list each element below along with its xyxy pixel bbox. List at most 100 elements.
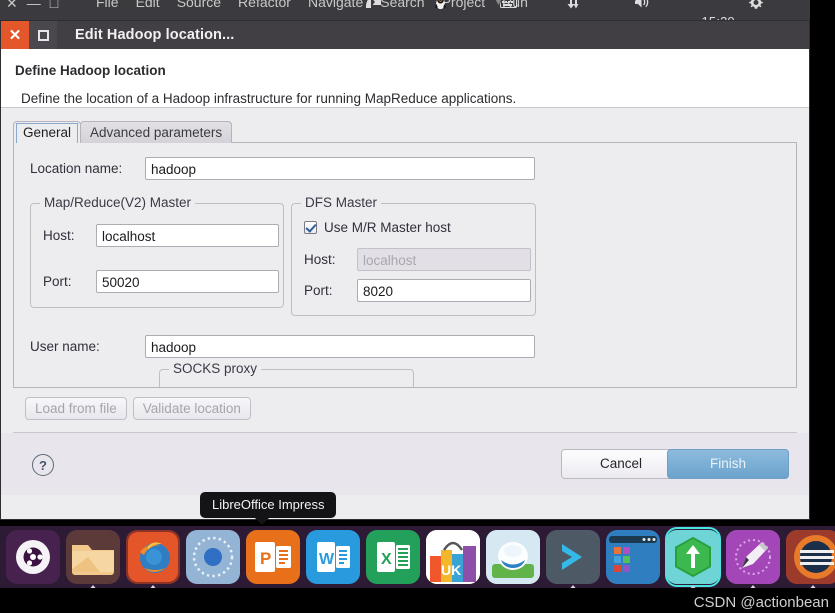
dock-item-eclipse[interactable]	[665, 527, 721, 591]
dock-item-files[interactable]	[66, 528, 120, 591]
dfs-port-input[interactable]: 8020	[357, 279, 531, 302]
enable-socks-row[interactable]: Enable SOCKS proxy	[172, 386, 322, 388]
dock-item-amazon-uk[interactable]: UK	[426, 528, 480, 586]
tab-bar: General Advanced parameters	[13, 119, 797, 143]
load-from-file-button[interactable]: Load from file	[25, 397, 127, 420]
user-name-label: User name:	[30, 339, 100, 354]
menu-refactor[interactable]: Refactor	[238, 0, 291, 10]
volume-icon[interactable]	[634, 0, 688, 20]
mr-host-label: Host:	[43, 228, 75, 243]
terminal-icon	[546, 530, 600, 584]
dialog-body: General Advanced parameters Location nam…	[1, 108, 809, 433]
window-controls[interactable]: ✕ — □	[6, 0, 58, 10]
dock-item-software-center[interactable]	[486, 528, 540, 586]
use-mr-master-host-label: Use M/R Master host	[324, 220, 451, 235]
enable-socks-proxy-label: Enable SOCKS proxy	[192, 386, 322, 387]
location-name-input[interactable]: hadoop	[145, 157, 535, 180]
window-maximize-icon[interactable]: □	[50, 0, 58, 10]
cancel-button[interactable]: Cancel	[561, 449, 681, 479]
tab-advanced-parameters[interactable]: Advanced parameters	[80, 121, 233, 143]
mr-master-group-title: Map/Reduce(V2) Master	[40, 195, 196, 210]
folder-icon	[72, 545, 114, 575]
dock-item-system-settings[interactable]	[186, 528, 240, 586]
dialog-close-button[interactable]: ✕	[1, 21, 29, 49]
dialog-title: Edit Hadoop location...	[75, 27, 235, 43]
dfs-port-row: Port: 8020	[304, 279, 531, 302]
dfs-host-input: localhost	[357, 248, 531, 271]
tab-focus-outline	[16, 123, 79, 143]
location-name-label: Location name:	[30, 161, 123, 176]
menu-navigate[interactable]: Navigate	[308, 0, 363, 10]
powerpoint-icon: P	[255, 542, 291, 572]
location-name-row: Location name: hadoop	[30, 157, 780, 180]
unity-launcher-dock: P W X UK	[0, 526, 835, 591]
validate-location-button[interactable]: Validate location	[132, 397, 251, 420]
socks-proxy-group-title: SOCKS proxy	[169, 361, 262, 376]
menu-file[interactable]: File	[96, 0, 119, 10]
dfs-host-label: Host:	[304, 252, 336, 267]
mr-port-label: Port:	[43, 274, 72, 289]
mr-host-input[interactable]: localhost	[96, 224, 279, 247]
dock-item-text-editor[interactable]	[726, 528, 780, 591]
input-method-icon[interactable]	[366, 0, 420, 20]
dfs-master-group: DFS Master Use M/R Master host Host: loc…	[291, 195, 536, 316]
dfs-port-label: Port:	[304, 283, 333, 298]
window-minimize-icon[interactable]: —	[27, 0, 41, 10]
ubuntu-logo-icon	[23, 547, 43, 567]
dialog-header: Define Hadoop location Define the locati…	[1, 49, 809, 107]
help-icon[interactable]: ?	[32, 454, 54, 476]
watermark: CSDN @actionbean	[693, 594, 829, 611]
word-icon: W	[317, 542, 350, 572]
user-name-input[interactable]: hadoop	[145, 335, 535, 358]
software-center-icon	[486, 530, 540, 584]
pencil-icon	[726, 530, 780, 584]
edit-hadoop-location-dialog: ✕ Edit Hadoop location... Define Hadoop …	[0, 20, 810, 520]
secondary-button-row: Load from file Validate location	[13, 388, 797, 420]
network-activity-icon[interactable]	[567, 0, 621, 20]
penguin-icon[interactable]	[433, 0, 487, 20]
system-tray: 15:29	[366, 0, 802, 20]
user-name-row: User name: hadoop	[30, 335, 535, 358]
dialog-titlebar[interactable]: ✕ Edit Hadoop location...	[1, 21, 809, 49]
menu-edit[interactable]: Edit	[136, 0, 160, 10]
workspace-switcher-icon	[609, 536, 657, 576]
use-mr-master-host-checkbox[interactable]	[304, 221, 317, 234]
socks-proxy-group: SOCKS proxy Enable SOCKS proxy	[159, 361, 414, 388]
screen-root: ✕ — □ File Edit Source Refactor Navigate…	[0, 0, 835, 613]
use-mr-host-row[interactable]: Use M/R Master host	[304, 220, 451, 235]
menu-source[interactable]: Source	[177, 0, 221, 10]
enable-socks-proxy-checkbox[interactable]	[172, 387, 185, 388]
window-close-icon[interactable]: ✕	[6, 0, 18, 10]
dock-item-workspace-switcher[interactable]	[606, 528, 660, 586]
gear-icon[interactable]	[748, 0, 802, 20]
dock-item-terminal[interactable]	[546, 528, 600, 591]
dfs-host-row: Host: localhost	[304, 248, 531, 271]
dock-item-sublime-text[interactable]	[786, 528, 835, 591]
mr-port-row: Port: 50020	[43, 270, 279, 293]
svg-text:P: P	[260, 549, 271, 568]
mr-host-row: Host: localhost	[43, 224, 279, 247]
svg-text:X: X	[381, 551, 392, 568]
eclipse-global-menubar: ✕ — □ File Edit Source Refactor Navigate…	[0, 0, 810, 20]
dialog-maximize-button[interactable]	[29, 21, 57, 49]
finish-button[interactable]: Finish	[667, 449, 789, 479]
keyboard-icon[interactable]	[500, 0, 554, 20]
tab-advanced-parameters-label: Advanced parameters	[90, 125, 223, 140]
mr-master-group: Map/Reduce(V2) Master Host: localhost Po…	[30, 195, 284, 308]
dock-item-powerpoint[interactable]: P	[246, 528, 300, 586]
dock-item-word[interactable]: W	[306, 528, 360, 586]
tab-general[interactable]: General	[13, 121, 82, 143]
settings-dial-icon	[192, 536, 234, 578]
dock-item-ubuntu-dash[interactable]	[6, 528, 60, 586]
sublime-text-icon	[786, 530, 835, 584]
dfs-master-group-title: DFS Master	[301, 195, 382, 210]
dialog-footer: ? Cancel Finish	[1, 433, 809, 495]
svg-text:UK: UK	[441, 562, 461, 578]
amazon-uk-icon: UK	[426, 530, 480, 584]
dock-item-excel[interactable]: X	[366, 528, 420, 586]
excel-icon: X	[377, 542, 410, 572]
dock-item-firefox[interactable]	[126, 528, 180, 591]
page-subtitle: Define the location of a Hadoop infrastr…	[21, 91, 517, 106]
mr-port-input[interactable]: 50020	[96, 270, 279, 293]
eclipse-icon	[666, 530, 720, 584]
